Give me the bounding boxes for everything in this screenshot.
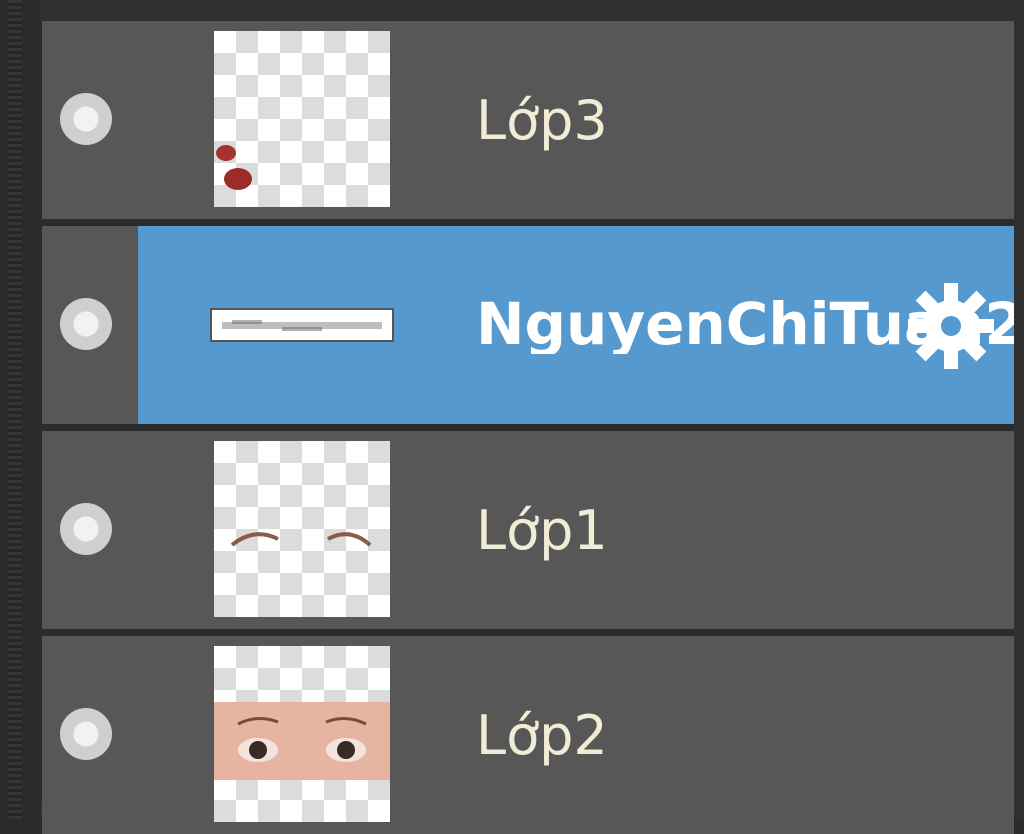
eyes-photo-graphic (214, 702, 390, 780)
visibility-toggle-icon[interactable] (60, 93, 112, 145)
layer-thumbnail (214, 31, 390, 207)
layer-row-lop1[interactable]: Lớp1 (42, 431, 1014, 629)
visibility-toggle-icon[interactable] (60, 503, 112, 555)
layer-row-nguyenchituan2[interactable]: NguyenChiTuan2 (42, 226, 1014, 424)
layer-row-lop2[interactable]: Lớp2 (42, 636, 1014, 834)
layer-name: Lớp2 (476, 704, 608, 767)
layer-thumbnail (214, 646, 390, 822)
visibility-toggle-icon[interactable] (60, 708, 112, 760)
layer-name: Lớp3 (476, 89, 608, 152)
red-dots-graphic (216, 145, 252, 190)
layer-row-lop3[interactable]: Lớp3 (42, 21, 1014, 219)
gear-icon[interactable] (906, 281, 996, 371)
text-layer-thumbnail (210, 308, 394, 342)
panel-left-edge (0, 0, 40, 819)
layer-thumbnail (214, 441, 390, 617)
panel-top-strip (40, 0, 1024, 20)
panel-right-edge (1014, 0, 1024, 819)
text-thumbnail-graphic (222, 320, 382, 331)
eyebrows-graphic (230, 532, 372, 547)
visibility-toggle-icon[interactable] (60, 298, 112, 350)
layer-name: Lớp1 (476, 499, 608, 562)
